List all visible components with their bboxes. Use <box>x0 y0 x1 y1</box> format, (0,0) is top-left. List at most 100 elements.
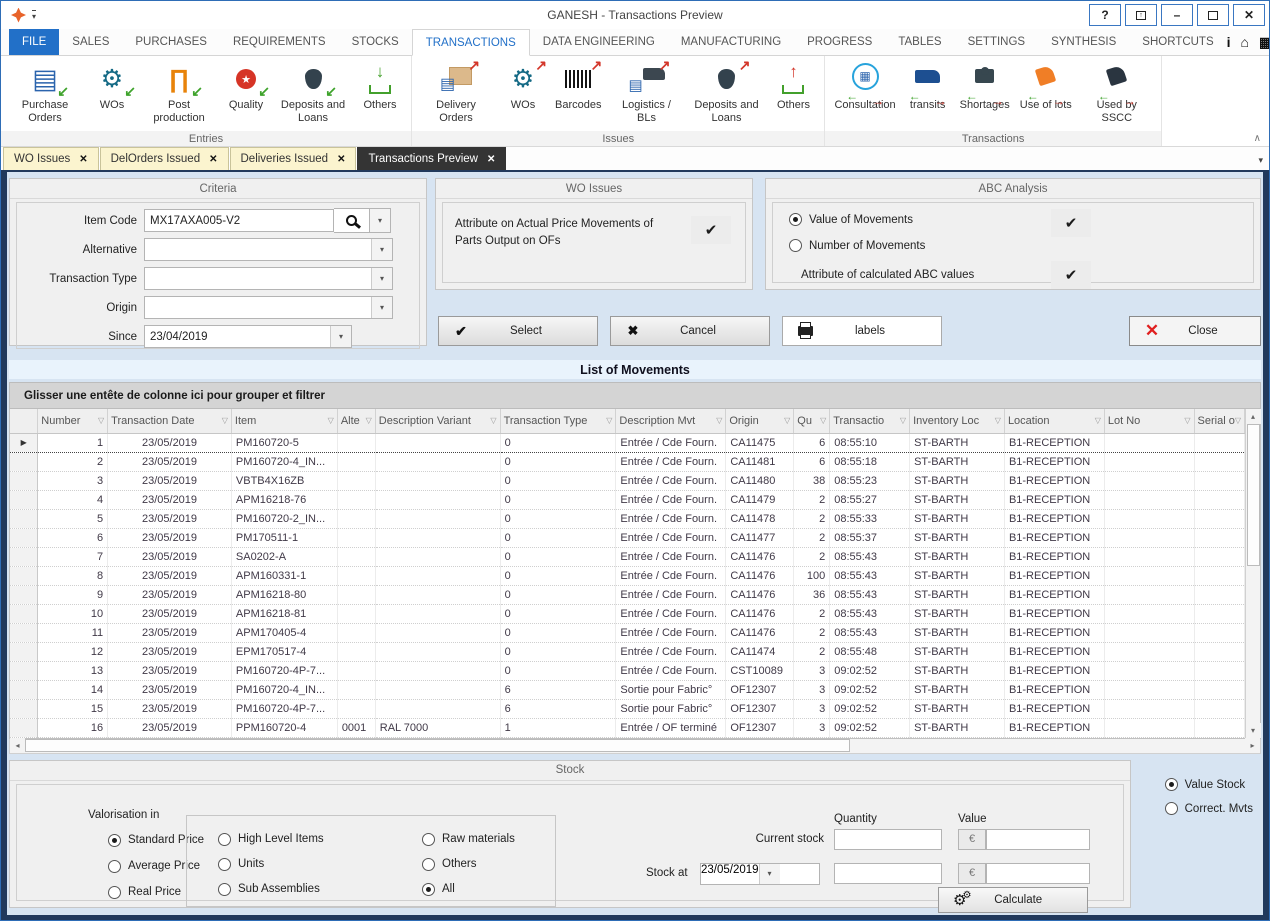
row-header-cell[interactable] <box>10 547 38 566</box>
column-header-qu[interactable]: Qu▽ <box>794 409 830 433</box>
pin-button[interactable]: ↑ <box>1125 4 1157 26</box>
vertical-scrollbar[interactable]: ▴ ▾ <box>1245 409 1260 738</box>
current-stock-value-input[interactable] <box>986 829 1090 850</box>
movement-row-4[interactable]: 423/05/2019APM16218-760Entrée / Cde Four… <box>10 490 1245 509</box>
movement-row-7[interactable]: 723/05/2019SA0202-A0Entrée / Cde Fourn.C… <box>10 547 1245 566</box>
raw-materials-radio[interactable]: Raw materials <box>422 833 515 846</box>
ribbon-item-barcodes[interactable]: ↗Barcodes <box>550 60 606 112</box>
select-button[interactable]: ✔Select <box>438 316 598 346</box>
close-tab-icon[interactable]: ✕ <box>209 154 217 165</box>
column-header-origin[interactable]: Origin▽ <box>726 409 794 433</box>
close-window-button[interactable]: ✕ <box>1233 4 1265 26</box>
column-header-transaction-type[interactable]: Transaction Type▽ <box>500 409 616 433</box>
ribbon-item-post-production[interactable]: ↙Post production <box>139 60 219 124</box>
close-tab-icon[interactable]: ✕ <box>79 154 87 165</box>
movement-row-13[interactable]: 1323/05/2019PM160720-4P-7...0Entrée / Cd… <box>10 661 1245 680</box>
menu-tab-data-engineering[interactable]: DATA ENGINEERING <box>530 29 668 55</box>
filter-funnel-icon[interactable]: ▽ <box>222 416 228 425</box>
filter-funnel-icon[interactable]: ▽ <box>606 416 612 425</box>
item-code-dropdown-icon[interactable]: ▾ <box>370 208 391 233</box>
high-level-items-radio[interactable]: High Level Items <box>218 833 324 846</box>
row-header-cell[interactable] <box>10 699 38 718</box>
chevron-down-icon[interactable]: ▾ <box>759 864 780 884</box>
filter-funnel-icon[interactable]: ▽ <box>784 416 790 425</box>
filter-funnel-icon[interactable]: ▽ <box>1095 416 1101 425</box>
menu-tab-manufacturing[interactable]: MANUFACTURING <box>668 29 794 55</box>
scroll-down-icon[interactable]: ▾ <box>1246 723 1261 738</box>
scroll-right-icon[interactable]: ▸ <box>1245 738 1260 753</box>
stock-at-date-select[interactable]: 23/05/2019▾ <box>700 863 820 885</box>
horizontal-scrollbar[interactable]: ◂ ▸ <box>9 739 1261 754</box>
column-header-description-mvt[interactable]: Description Mvt▽ <box>616 409 726 433</box>
doc-tab-delorders-issued[interactable]: DelOrders Issued✕ <box>100 147 229 170</box>
ribbon-item-others[interactable]: Others <box>353 60 407 112</box>
ribbon-item-others[interactable]: Others <box>766 60 820 112</box>
horizontal-scroll-thumb[interactable] <box>25 739 850 752</box>
menu-tab-file[interactable]: FILE <box>9 29 59 55</box>
doc-tab-wo-issues[interactable]: WO Issues✕ <box>3 147 99 170</box>
chevron-down-icon[interactable]: ▾ <box>371 268 392 289</box>
menu-tab-requirements[interactable]: REQUIREMENTS <box>220 29 339 55</box>
calculator-grid-icon[interactable]: ▦ <box>1259 34 1270 51</box>
current-row-pointer[interactable]: ▶ <box>10 433 38 452</box>
filter-funnel-icon[interactable]: ▽ <box>490 416 496 425</box>
row-header-cell[interactable] <box>10 490 38 509</box>
movement-row-9[interactable]: 923/05/2019APM16218-800Entrée / Cde Four… <box>10 585 1245 604</box>
filter-funnel-icon[interactable]: ▽ <box>820 416 826 425</box>
filter-funnel-icon[interactable]: ▽ <box>1184 416 1190 425</box>
abc-movements-check-button[interactable]: ✔ <box>1051 209 1091 237</box>
column-header-transaction-date[interactable]: Transaction Date▽ <box>108 409 232 433</box>
vertical-scroll-thumb[interactable] <box>1247 424 1260 566</box>
sub-assemblies-radio[interactable]: Sub Assemblies <box>218 883 320 896</box>
menu-tab-stocks[interactable]: STOCKS <box>339 29 412 55</box>
movement-row-16[interactable]: 1623/05/2019PPM160720-40001RAL 70001Entr… <box>10 718 1245 737</box>
ribbon-item-quality[interactable]: ↙Quality <box>219 60 273 112</box>
scroll-left-icon[interactable]: ◂ <box>10 738 25 753</box>
ribbon-item-wos[interactable]: ↗WOs <box>496 60 550 112</box>
help-button[interactable]: ? <box>1089 4 1121 26</box>
all-radio[interactable]: All <box>422 883 455 896</box>
close-tab-icon[interactable]: ✕ <box>487 154 495 165</box>
number-of-movements-radio[interactable]: Number of Movements <box>789 239 925 252</box>
menu-tab-progress[interactable]: PROGRESS <box>794 29 885 55</box>
abc-attribute-check-button[interactable]: ✔ <box>1051 261 1091 289</box>
alternative-select[interactable]: ▾ <box>144 238 393 261</box>
info-icon[interactable]: i <box>1227 34 1231 50</box>
movement-row-15[interactable]: 1523/05/2019PM160720-4P-7...6Sortie pour… <box>10 699 1245 718</box>
doc-tab-transactions-preview[interactable]: Transactions Preview✕ <box>357 147 506 170</box>
column-header-inventory-loc[interactable]: Inventory Loc▽ <box>910 409 1005 433</box>
menu-tab-shortcuts[interactable]: SHORTCUTS <box>1129 29 1226 55</box>
calculate-button[interactable]: ⚙ ⚙ Calculate <box>938 887 1088 913</box>
transaction-type-select[interactable]: ▾ <box>144 267 393 290</box>
column-header-description-variant[interactable]: Description Variant▽ <box>375 409 500 433</box>
filter-funnel-icon[interactable]: ▽ <box>995 416 1001 425</box>
ribbon-item-consultation[interactable]: ←→Consultation <box>829 60 900 112</box>
scroll-up-icon[interactable]: ▴ <box>1246 409 1261 424</box>
filter-funnel-icon[interactable]: ▽ <box>1235 416 1241 425</box>
menu-tab-tables[interactable]: TABLES <box>885 29 954 55</box>
ribbon-item-deposits-and-loans[interactable]: ↗Deposits and Loans <box>686 60 766 124</box>
wo-issues-check-button[interactable]: ✔ <box>691 216 731 244</box>
current-stock-quantity-input[interactable] <box>834 829 942 850</box>
row-header-cell[interactable] <box>10 604 38 623</box>
tab-list-dropdown-icon[interactable]: ▾ <box>1258 155 1263 166</box>
movement-row-2[interactable]: 223/05/2019PM160720-4_IN...0Entrée / Cde… <box>10 452 1245 471</box>
row-header-cell[interactable] <box>10 623 38 642</box>
movement-row-3[interactable]: 323/05/2019VBTB4X16ZB0Entrée / Cde Fourn… <box>10 471 1245 490</box>
column-header-lot-no[interactable]: Lot No▽ <box>1104 409 1194 433</box>
column-header-location[interactable]: Location▽ <box>1004 409 1104 433</box>
movement-row-8[interactable]: 823/05/2019APM160331-10Entrée / Cde Four… <box>10 566 1245 585</box>
menu-tab-synthesis[interactable]: SYNTHESIS <box>1038 29 1129 55</box>
doc-tab-deliveries-issued[interactable]: Deliveries Issued✕ <box>230 147 357 170</box>
ribbon-item-used-by-sscc[interactable]: ←→Used by SSCC <box>1077 60 1157 124</box>
filter-funnel-icon[interactable]: ▽ <box>716 416 722 425</box>
units-radio[interactable]: Units <box>218 858 264 871</box>
correct-mvts-radio[interactable]: Correct. Mvts <box>1165 802 1253 815</box>
column-header-serial-o[interactable]: Serial o▽ <box>1194 409 1244 433</box>
stock-at-quantity-input[interactable] <box>834 863 942 884</box>
row-header-cell[interactable] <box>10 642 38 661</box>
menu-tab-settings[interactable]: SETTINGS <box>955 29 1039 55</box>
filter-funnel-icon[interactable]: ▽ <box>366 416 372 425</box>
column-header-number[interactable]: Number▽ <box>38 409 108 433</box>
home-icon[interactable]: ⌂ <box>1241 34 1249 50</box>
